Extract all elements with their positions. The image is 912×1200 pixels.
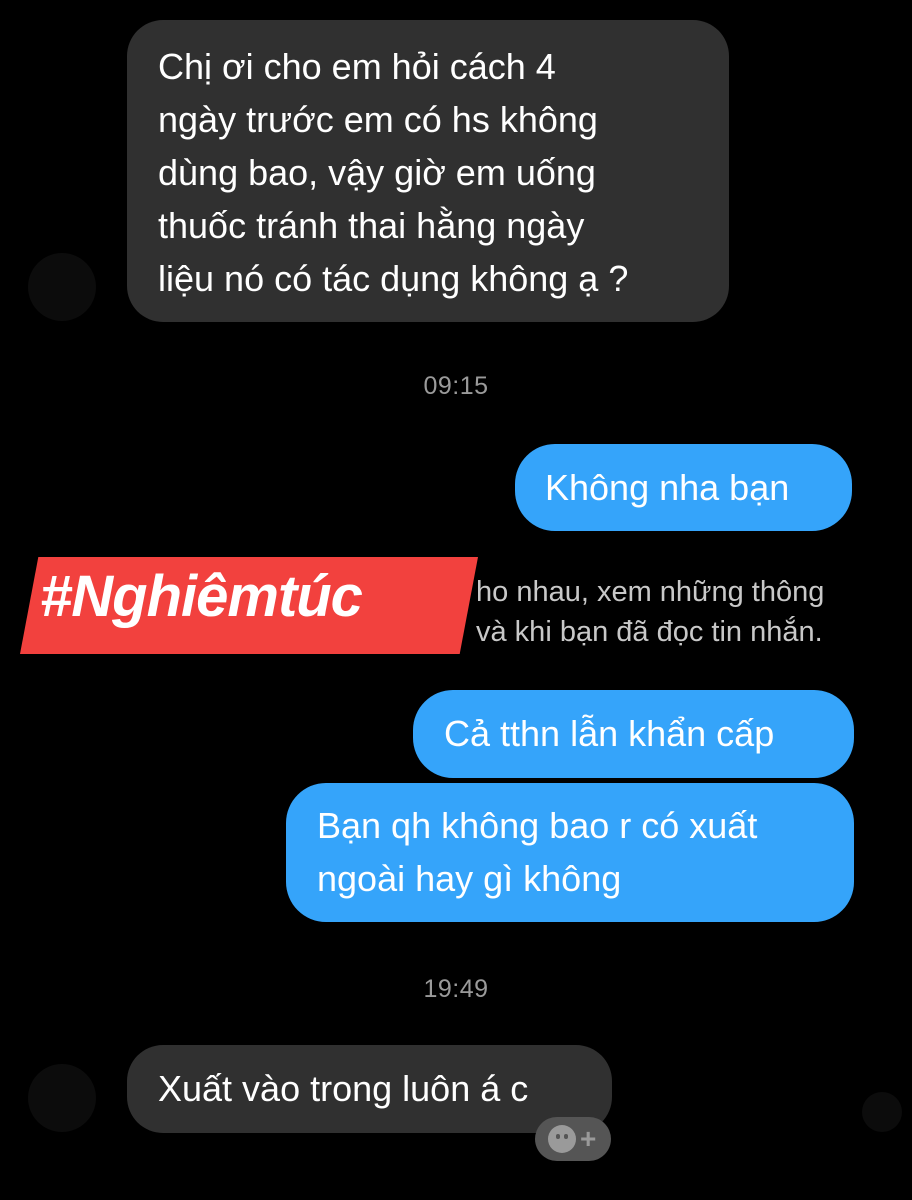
smiley-icon	[548, 1125, 576, 1153]
hashtag-label: #Nghiêmtúc	[40, 564, 363, 629]
incoming-message[interactable]: Chị ơi cho em hỏi cách 4 ngày trước em c…	[127, 20, 729, 322]
add-reaction-button[interactable]: +	[535, 1117, 611, 1161]
notice-line: và khi bạn đã đọc tin nhắn.	[476, 616, 823, 648]
read-receipt-avatar	[862, 1092, 902, 1132]
outgoing-message[interactable]: Cả tthn lẫn khẩn cấp	[413, 690, 854, 778]
outgoing-message[interactable]: Bạn qh không bao r có xuất ngoài hay gì …	[286, 783, 854, 922]
notice-line: ho nhau, xem những thông	[476, 576, 825, 608]
timestamp: 19:49	[423, 975, 489, 1003]
outgoing-message[interactable]: Không nha bạn	[515, 444, 852, 531]
contact-avatar[interactable]	[28, 253, 96, 321]
incoming-message[interactable]: Xuất vào trong luôn á c	[127, 1045, 612, 1133]
system-notice: ho nhau, xem những thông và khi bạn đã đ…	[476, 572, 824, 652]
plus-icon: +	[580, 1123, 597, 1154]
timestamp: 09:15	[423, 372, 489, 400]
contact-avatar[interactable]	[28, 1064, 96, 1132]
